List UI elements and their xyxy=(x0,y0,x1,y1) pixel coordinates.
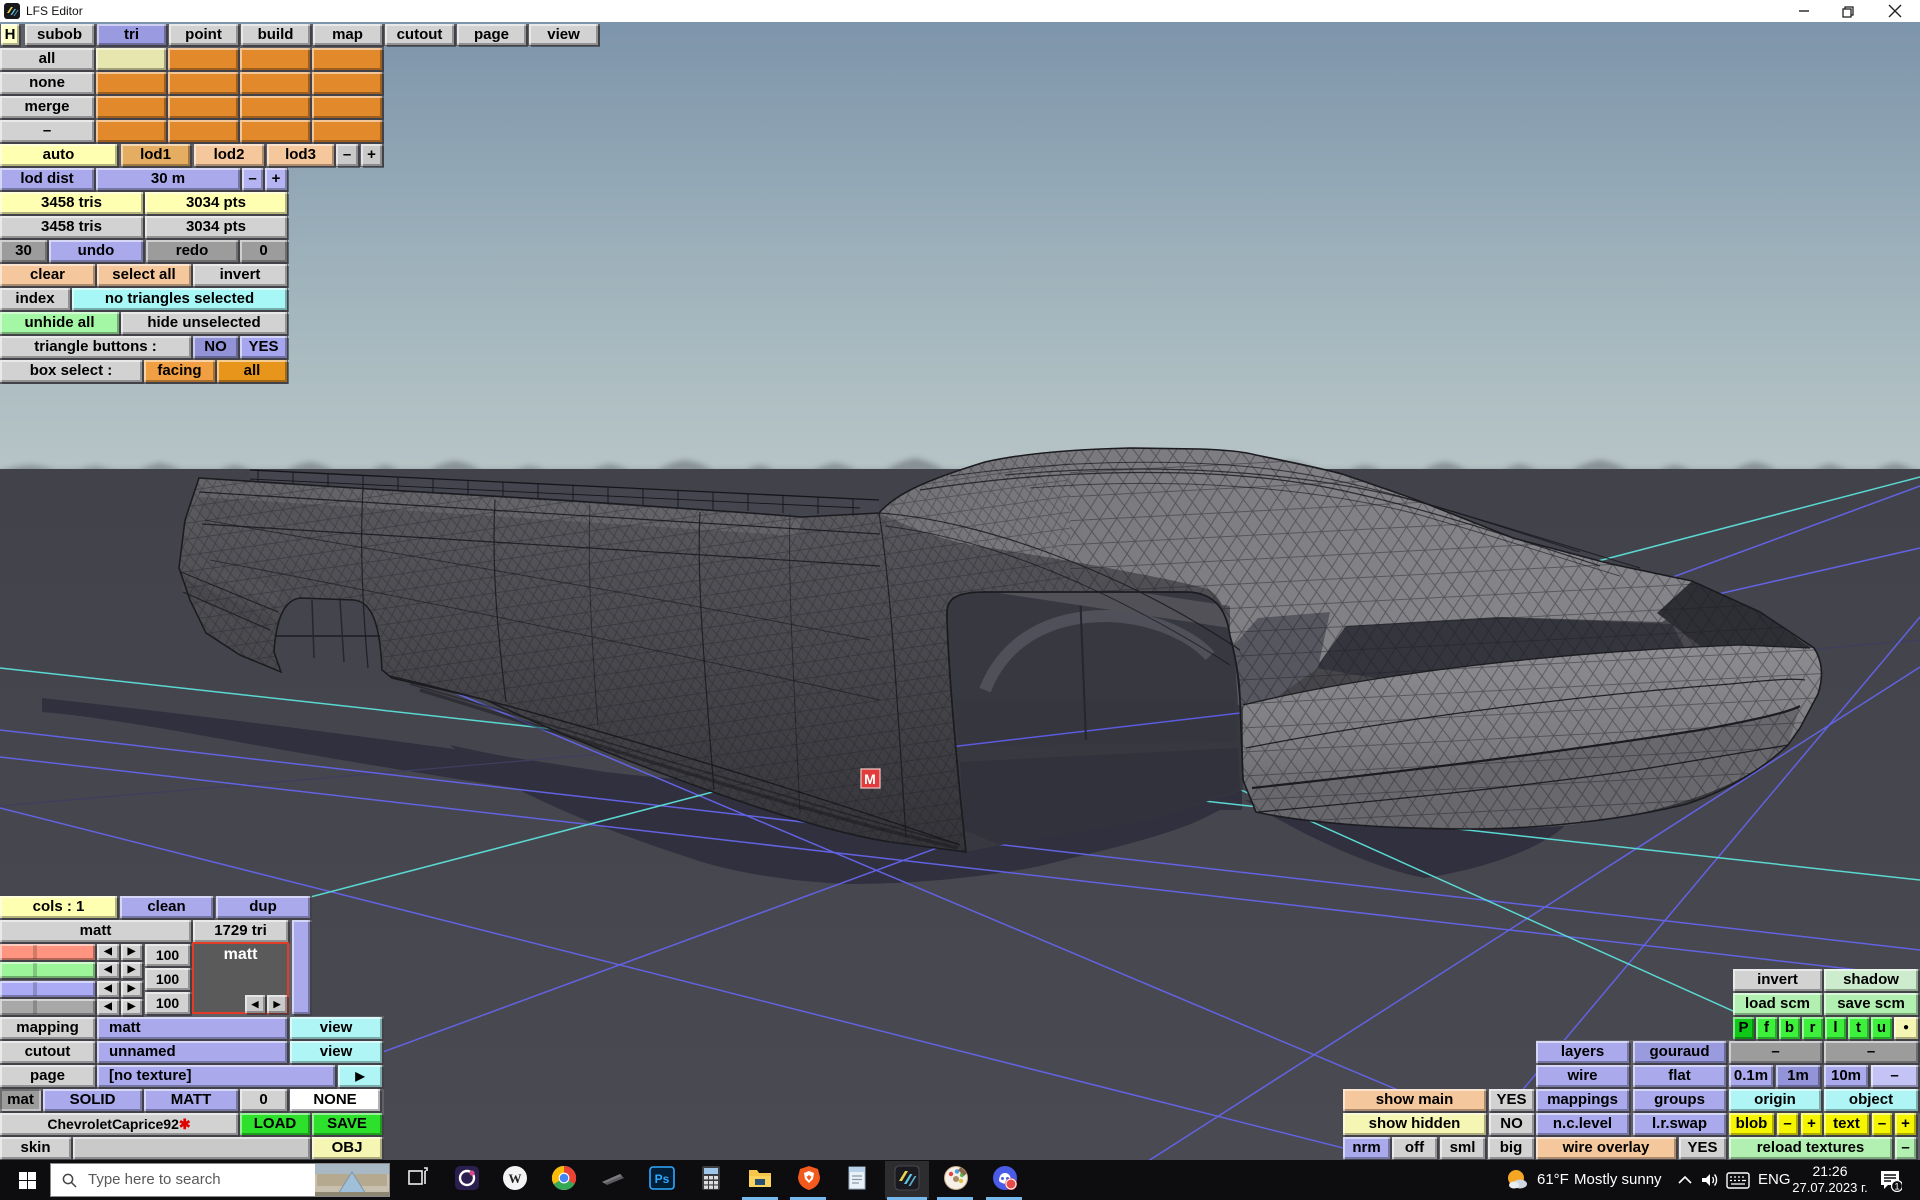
svg-text:W: W xyxy=(509,1171,522,1186)
svg-text:Ps: Ps xyxy=(655,1172,670,1186)
svg-text:M: M xyxy=(864,771,876,787)
svg-text:1: 1 xyxy=(1894,1182,1899,1192)
